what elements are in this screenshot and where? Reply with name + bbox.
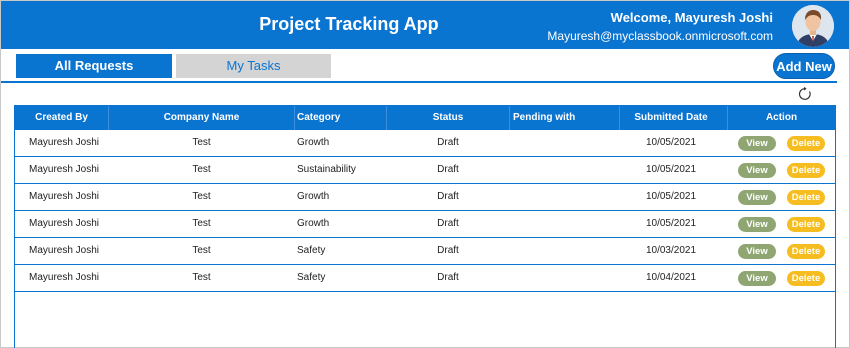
table-row: Mayuresh Joshi Test Sustainability Draft… — [15, 157, 835, 184]
cell-category: Growth — [297, 191, 330, 202]
cell-category: Growth — [297, 137, 330, 148]
table-row: Mayuresh Joshi Test Growth Draft 10/05/2… — [15, 211, 835, 238]
cell-status: Draft — [437, 218, 459, 229]
cell-company: Test — [192, 191, 211, 202]
cell-company: Test — [192, 218, 211, 229]
view-button[interactable]: View — [738, 163, 776, 178]
cell-submitted-date: 10/03/2021 — [645, 245, 697, 256]
column-header-company-name[interactable]: Company Name — [109, 106, 294, 130]
cell-submitted-date: 10/04/2021 — [645, 272, 697, 283]
add-new-button[interactable]: Add New — [773, 53, 835, 79]
cell-created-by: Mayuresh Joshi — [29, 272, 100, 283]
cell-company: Test — [192, 164, 211, 175]
cell-category: Sustainability — [297, 164, 356, 175]
cell-category: Safety — [297, 272, 326, 283]
cell-status: Draft — [437, 245, 459, 256]
cell-submitted-date: 10/05/2021 — [645, 218, 697, 229]
tab-all-requests[interactable]: All Requests — [16, 54, 172, 78]
table-row: Mayuresh Joshi Test Growth Draft 10/05/2… — [15, 184, 835, 211]
table-row: Mayuresh Joshi Test Safety Draft 10/04/2… — [15, 265, 835, 292]
tabs-divider — [1, 81, 837, 83]
column-header-pending-with[interactable]: Pending with — [513, 106, 613, 130]
cell-company: Test — [192, 245, 211, 256]
column-header-submitted-date[interactable]: Submitted Date — [620, 106, 722, 130]
column-header-action[interactable]: Action — [728, 106, 835, 130]
cell-company: Test — [192, 137, 211, 148]
refresh-icon[interactable] — [797, 86, 813, 102]
cell-status: Draft — [437, 164, 459, 175]
view-button[interactable]: View — [738, 190, 776, 205]
view-button[interactable]: View — [738, 271, 776, 286]
delete-button[interactable]: Delete — [787, 217, 825, 232]
view-button[interactable]: View — [738, 244, 776, 259]
column-header-created-by[interactable]: Created By — [15, 106, 108, 130]
view-button[interactable]: View — [738, 217, 776, 232]
welcome-text: Welcome, Mayuresh Joshi — [610, 10, 773, 25]
delete-button[interactable]: Delete — [787, 136, 825, 151]
cell-status: Draft — [437, 272, 459, 283]
cell-submitted-date: 10/05/2021 — [645, 164, 697, 175]
table-row: Mayuresh Joshi Test Safety Draft 10/03/2… — [15, 238, 835, 265]
delete-button[interactable]: Delete — [787, 190, 825, 205]
cell-created-by: Mayuresh Joshi — [29, 164, 100, 175]
view-button[interactable]: View — [738, 136, 776, 151]
cell-status: Draft — [437, 137, 459, 148]
app-header: Project Tracking App Welcome, Mayuresh J… — [1, 1, 849, 49]
table-header: Created By Company Name Category Status … — [15, 106, 835, 130]
column-header-category[interactable]: Category — [297, 106, 385, 130]
cell-company: Test — [192, 272, 211, 283]
cell-submitted-date: 10/05/2021 — [645, 191, 697, 202]
cell-status: Draft — [437, 191, 459, 202]
delete-button[interactable]: Delete — [787, 163, 825, 178]
delete-button[interactable]: Delete — [787, 244, 825, 259]
cell-created-by: Mayuresh Joshi — [29, 137, 100, 148]
user-avatar-icon — [792, 5, 834, 47]
cell-created-by: Mayuresh Joshi — [29, 218, 100, 229]
cell-created-by: Mayuresh Joshi — [29, 245, 100, 256]
table-row: Mayuresh Joshi Test Growth Draft 10/05/2… — [15, 130, 835, 157]
avatar[interactable] — [792, 5, 834, 47]
column-header-status[interactable]: Status — [387, 106, 509, 130]
cell-category: Safety — [297, 245, 326, 256]
cell-created-by: Mayuresh Joshi — [29, 191, 100, 202]
cell-submitted-date: 10/05/2021 — [645, 137, 697, 148]
user-email: Mayuresh@myclassbook.onmicrosoft.com — [547, 29, 773, 43]
tab-my-tasks[interactable]: My Tasks — [176, 54, 331, 78]
cell-category: Growth — [297, 218, 330, 229]
requests-table: Created By Company Name Category Status … — [14, 105, 836, 348]
delete-button[interactable]: Delete — [787, 271, 825, 286]
